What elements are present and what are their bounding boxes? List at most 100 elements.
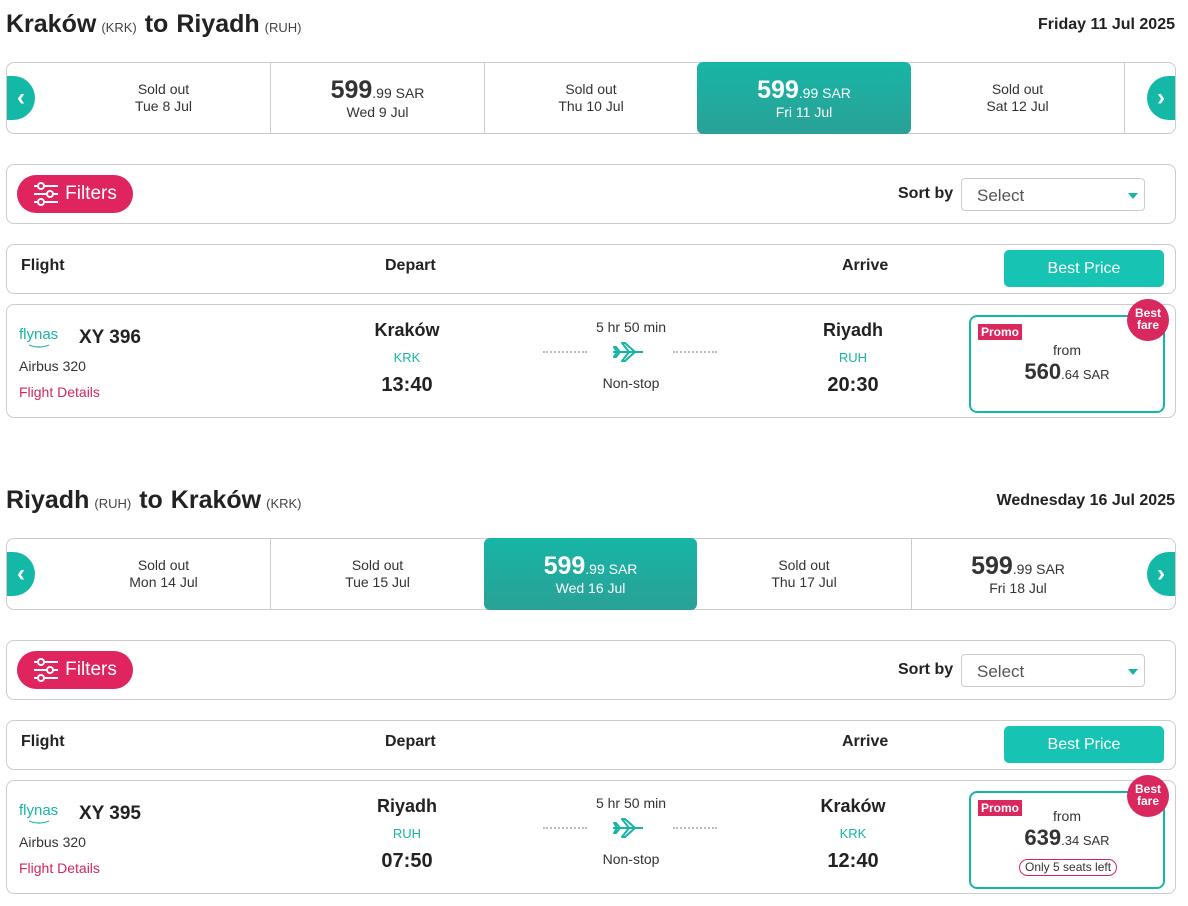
origin-city: Kraków: [6, 10, 97, 38]
depart-column: Riyadh RUH 07:50: [347, 795, 467, 872]
date-cell-tue-15[interactable]: Sold out Tue 15 Jul: [270, 539, 484, 609]
chevron-right-icon[interactable]: ›: [1147, 552, 1175, 596]
route-dots-left: [543, 351, 587, 353]
best-fare-badge: Best fare: [1127, 775, 1169, 817]
chevron-right-icon[interactable]: ›: [1147, 76, 1175, 120]
date-label: Mon 14 Jul: [129, 574, 198, 590]
to-word: to: [139, 486, 163, 514]
arrive-city: Kraków: [820, 796, 886, 816]
caret-down-icon: [1128, 669, 1138, 675]
depart-time: 13:40: [381, 374, 433, 396]
sold-out-label: Sold out: [137, 557, 190, 573]
chevron-left-icon[interactable]: ‹: [7, 76, 35, 120]
arrive-code: RUH: [838, 350, 868, 365]
date-cell-thu-17[interactable]: Sold out Thu 17 Jul: [697, 539, 911, 609]
date-cell-sat-12[interactable]: Sold out Sat 12 Jul: [911, 63, 1124, 133]
best-price-button[interactable]: Best Price: [1004, 250, 1164, 287]
selected-date-label: Wednesday 16 Jul 2025: [996, 492, 1175, 509]
best-fare-badge: Best fare: [1127, 299, 1169, 341]
date-label: Tue 15 Jul: [345, 574, 410, 590]
date-label: Thu 10 Jul: [558, 98, 624, 114]
date-cell-wed-9[interactable]: 599.99 SAR Wed 9 Jul: [270, 63, 484, 133]
date-label: Fri 18 Jul: [989, 579, 1047, 596]
date-label: Wed 9 Jul: [346, 103, 409, 120]
sliders-icon: [34, 182, 59, 206]
origin-code: (RUH): [94, 496, 132, 511]
sort-select-value: Select: [977, 662, 1025, 681]
seats-left-badge: Only 5 seats left: [1019, 859, 1118, 876]
arrive-city: Riyadh: [822, 320, 883, 340]
date-label: Sat 12 Jul: [986, 98, 1049, 114]
sort-select[interactable]: Select: [961, 178, 1145, 211]
date-cell-mon-14[interactable]: Sold out Mon 14 Jul: [57, 539, 270, 609]
filters-label: Filters: [65, 659, 117, 680]
to-word: to: [144, 10, 169, 38]
dest-code: (KRK): [266, 496, 302, 511]
fare-price-decimal: .64 SAR: [1061, 367, 1110, 382]
flight-details-link[interactable]: Flight Details: [19, 384, 100, 400]
origin-city: Riyadh: [6, 486, 90, 514]
flight-card: flynas XY 395 Airbus 320 Flight Details …: [6, 775, 1176, 894]
filters-button[interactable]: Filters: [17, 175, 133, 213]
promo-tag: Promo: [978, 324, 1023, 340]
fare-price-decimal: .99 SAR: [798, 84, 851, 101]
fare-price: 639.34 SAR: [971, 825, 1163, 851]
flight-details-link[interactable]: Flight Details: [19, 860, 100, 876]
depart-column: Kraków KRK 13:40: [347, 319, 467, 396]
duration: 5 hr 50 min: [595, 795, 667, 811]
sliders-icon: [34, 658, 59, 682]
dest-city: Riyadh: [176, 10, 260, 38]
column-header: Flight Depart Arrive Best Price: [6, 720, 1176, 770]
aircraft-type: Airbus 320: [19, 834, 86, 850]
origin-code: (KRK): [101, 20, 137, 35]
flight-number: XY 395: [79, 803, 141, 824]
stops-label: Non-stop: [602, 851, 660, 867]
date-cell-tue-8[interactable]: Sold out Tue 8 Jul: [57, 63, 270, 133]
dest-city: Kraków: [170, 486, 262, 514]
arrive-time: 20:30: [827, 374, 879, 396]
fare-price-main: 560: [1024, 359, 1062, 384]
filters-label: Filters: [65, 183, 117, 204]
date-label: Thu 17 Jul: [771, 574, 837, 590]
filters-button[interactable]: Filters: [17, 651, 133, 689]
sold-out-label: Sold out: [565, 81, 617, 97]
sort-by-label: Sort by: [898, 661, 954, 678]
filter-bar: Filters Sort by Select: [6, 164, 1176, 224]
date-cell-thu-10[interactable]: Sold out Thu 10 Jul: [484, 63, 697, 133]
sort-select[interactable]: Select: [961, 654, 1145, 687]
arrive-column: Kraków KRK 12:40: [793, 795, 913, 872]
date-cell-wed-16-selected[interactable]: 599.99 SAR Wed 16 Jul: [484, 538, 697, 610]
route-dots-right: [673, 351, 717, 353]
fare-price-main: 599: [543, 551, 586, 580]
flynas-logo: flynas: [19, 326, 58, 348]
col-depart: Depart: [385, 257, 436, 274]
sold-out-label: Sold out: [991, 81, 1044, 97]
depart-city: Riyadh: [376, 796, 437, 816]
fare-price-decimal: .99 SAR: [1012, 560, 1065, 577]
chevron-left-icon[interactable]: ‹: [7, 552, 35, 596]
best-price-button[interactable]: Best Price: [1004, 726, 1164, 763]
fare-price-decimal: .99 SAR: [372, 84, 425, 101]
badge-line-2: fare: [1136, 794, 1159, 808]
date-cell-fri-11-selected[interactable]: 599.99 SAR Fri 11 Jul: [697, 62, 911, 134]
col-flight: Flight: [21, 733, 65, 750]
depart-time: 07:50: [381, 850, 433, 872]
depart-city: Kraków: [374, 320, 440, 340]
fare-price-main: 599: [757, 75, 799, 104]
airplane-icon: [613, 818, 643, 838]
dest-code: (RUH): [264, 20, 302, 35]
fare-price: 560.64 SAR: [971, 359, 1163, 385]
caret-down-icon: [1128, 193, 1138, 199]
date-cell-fri-18[interactable]: 599.99 SAR Fri 18 Jul: [911, 539, 1124, 609]
sold-out-label: Sold out: [137, 81, 190, 97]
fare-price-decimal: .34 SAR: [1061, 833, 1110, 848]
date-label: Wed 16 Jul: [555, 579, 626, 596]
date-strip: ‹ Sold out Mon 14 Jul Sold out Tue 15 Ju…: [6, 538, 1176, 610]
depart-code: KRK: [393, 350, 421, 365]
flynas-logo: flynas: [19, 802, 58, 824]
col-depart: Depart: [385, 733, 436, 750]
svg-text:flynas: flynas: [19, 326, 58, 343]
arrive-column: Riyadh RUH 20:30: [793, 319, 913, 396]
stops-label: Non-stop: [602, 375, 660, 391]
arrive-code: KRK: [839, 826, 867, 841]
